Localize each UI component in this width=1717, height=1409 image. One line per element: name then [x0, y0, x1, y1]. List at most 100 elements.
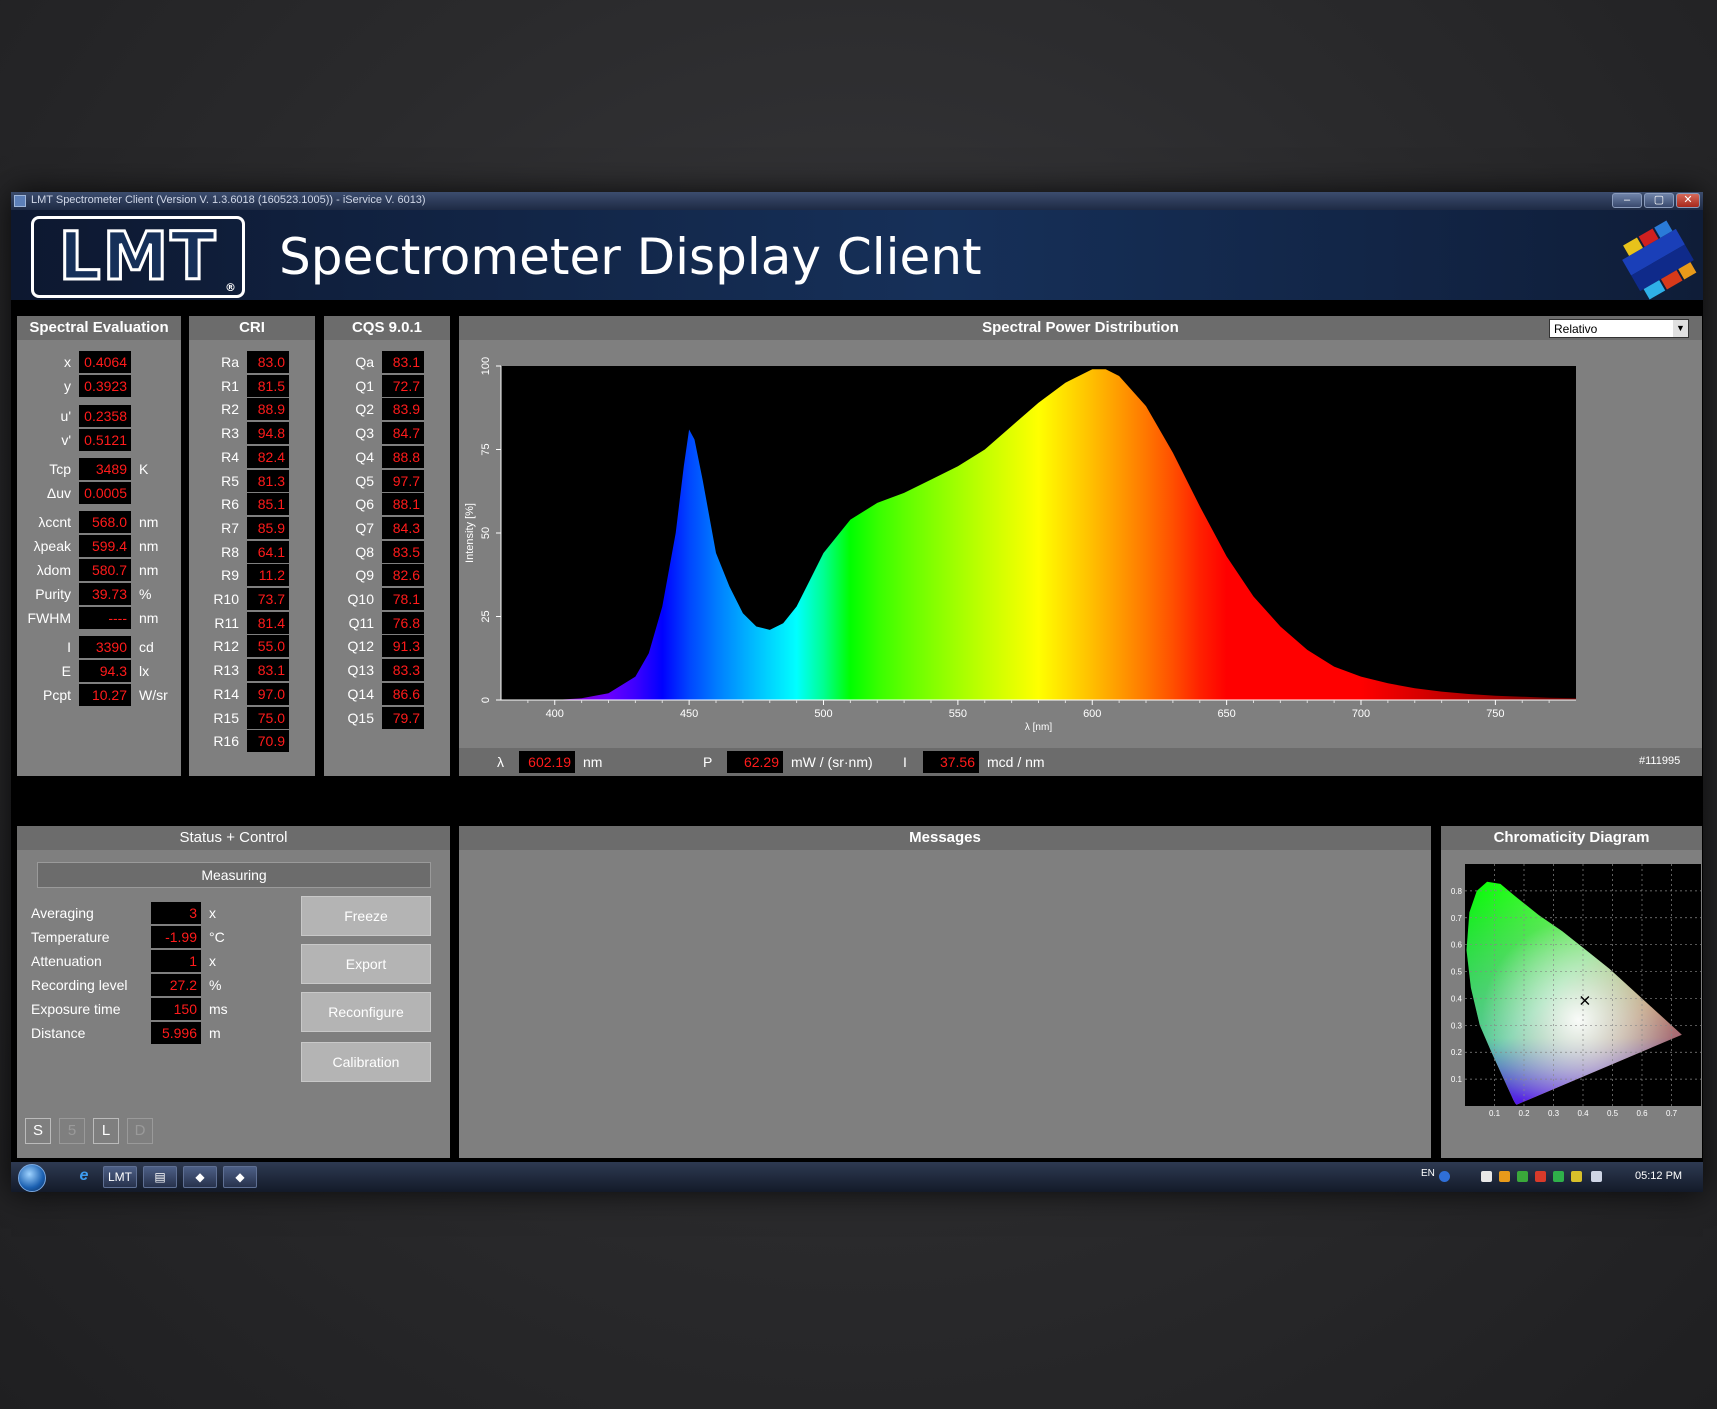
indicator-d: D: [127, 1118, 153, 1144]
taskbar-clock[interactable]: 05:12 PM: [1635, 1170, 1682, 1182]
cri-label: R14: [213, 685, 239, 702]
cri-label: R4: [221, 448, 239, 465]
se-value: 0.3923: [79, 375, 131, 397]
cqs-label: Q8: [355, 543, 374, 560]
se-label: Pcpt: [42, 687, 71, 703]
se-label: λdom: [36, 562, 71, 578]
se-label: λccnt: [38, 514, 71, 530]
network-tray-icon[interactable]: [1481, 1171, 1492, 1182]
cri-label: R7: [221, 519, 239, 536]
cube-logo-icon: [1622, 220, 1697, 300]
cri-label: R13: [213, 662, 239, 679]
status-label: Recording level: [31, 977, 128, 993]
tool-tray-icon[interactable]: [1499, 1171, 1510, 1182]
volume-tray-icon[interactable]: [1591, 1171, 1602, 1182]
spd-y-tick-label: 75: [480, 443, 492, 455]
spd-x-tick-label: 600: [1083, 708, 1101, 720]
status-control-title: Status + Control: [17, 826, 450, 850]
se-label: y: [64, 378, 71, 394]
calibration-button[interactable]: Calibration: [301, 1042, 431, 1082]
sync-tray-icon[interactable]: [1571, 1171, 1582, 1182]
spd-chart[interactable]: 400 450 500 550 600 650 700 750 0 25 50 75 100 λ [nm]…: [459, 340, 1702, 770]
start-button-icon[interactable]: [18, 1164, 46, 1192]
status-unit: °C: [209, 929, 225, 945]
logo-text: LMT: [57, 217, 218, 296]
p-unit: mW / (sr·nm): [791, 754, 873, 770]
reconfigure-button[interactable]: Reconfigure: [301, 992, 431, 1032]
cri-value: 82.4: [247, 445, 289, 468]
language-indicator[interactable]: EN: [1421, 1168, 1435, 1179]
cqs-label: Q3: [355, 425, 374, 442]
ie-icon[interactable]: e: [67, 1166, 101, 1188]
se-value: 580.7: [79, 559, 131, 581]
header-banner: LMT ® Spectrometer Display Client: [11, 210, 1703, 300]
cqs-label: Q12: [347, 638, 374, 655]
se-label: E: [61, 663, 71, 679]
chromaticity-chart[interactable]: 0.1 0.2 0.3 0.4 0.5 0.6 0.7 0.1 0.2 0.3 0.4 0.5 0.6 0…: [1441, 854, 1702, 1154]
status-value: -1.99: [151, 926, 201, 948]
se-unit: %: [139, 586, 152, 602]
export-button[interactable]: Export: [301, 944, 431, 984]
cqs-label: Q6: [355, 496, 374, 513]
cri-value: 81.3: [247, 469, 289, 492]
se-label: λpeak: [33, 538, 71, 554]
se-unit: nm: [139, 562, 159, 578]
chromaticity-title: Chromaticity Diagram: [1441, 826, 1702, 850]
se-value: ----: [79, 607, 131, 629]
maximize-button[interactable]: ▢: [1644, 193, 1674, 208]
se-value: 39.73: [79, 583, 131, 605]
status-value: 150: [151, 998, 201, 1020]
indicator-l: L: [93, 1118, 119, 1144]
spd-y-tick-label: 0: [480, 697, 492, 703]
status-label: Exposure time: [31, 1001, 121, 1017]
cri-value: 55.0: [247, 635, 289, 658]
se-label: u': [60, 408, 71, 424]
help-tray-icon[interactable]: [1439, 1171, 1450, 1182]
battery-tray-icon[interactable]: [1553, 1171, 1564, 1182]
i-label: I: [903, 754, 907, 770]
warning-tray-icon[interactable]: [1535, 1171, 1546, 1182]
spd-x-tick-label: 650: [1217, 708, 1235, 720]
cqs-value: 79.7: [382, 706, 424, 729]
cqs-label: Q7: [355, 519, 374, 536]
security-tray-icon[interactable]: [1517, 1171, 1528, 1182]
se-value: 568.0: [79, 511, 131, 533]
media-app-icon[interactable]: ◆: [183, 1166, 217, 1188]
status-value: 1: [151, 950, 201, 972]
cri-label: Ra: [221, 354, 239, 370]
cie-y-tick-label: 0.3: [1451, 1021, 1463, 1030]
lmt-app-icon[interactable]: LMT: [103, 1166, 137, 1188]
cri-value: 88.9: [247, 398, 289, 421]
cri-label: R6: [221, 496, 239, 513]
se-unit: nm: [139, 538, 159, 554]
p-value: 62.29: [727, 751, 783, 773]
media-app-icon-2[interactable]: ◆: [223, 1166, 257, 1188]
lambda-value: 602.19: [519, 751, 575, 773]
spectral-evaluation-panel: Spectral Evaluation x 0.4064 y 0.3923 u' 0.23…: [17, 316, 181, 776]
i-value: 37.56: [923, 751, 979, 773]
window-title: LMT Spectrometer Client (Version V. 1.3.…: [31, 194, 426, 206]
se-value: 0.4064: [79, 351, 131, 373]
se-label: Tcp: [49, 461, 71, 477]
se-value: 0.2358: [79, 405, 131, 427]
status-value: 5.996: [151, 1022, 201, 1044]
explorer-icon[interactable]: ▤: [143, 1166, 177, 1188]
cqs-label: Q10: [347, 591, 374, 607]
close-button[interactable]: ✕: [1676, 193, 1700, 208]
cqs-value: 88.8: [382, 445, 424, 468]
chevron-down-icon[interactable]: ▼: [1673, 320, 1688, 337]
minimize-button[interactable]: –: [1612, 193, 1642, 208]
spd-x-tick-label: 500: [814, 708, 832, 720]
spd-mode-select[interactable]: Relativo ▼: [1549, 319, 1689, 338]
se-value: 10.27: [79, 684, 131, 706]
status-unit: %: [209, 977, 222, 993]
cri-label: R1: [221, 377, 239, 394]
cri-panel: CRI Ra 83.0 R1 81.5 R2 88.9 R3 94.8 R4 82.4 R5 81.3…: [189, 316, 315, 776]
cie-y-tick-label: 0.1: [1451, 1075, 1463, 1084]
se-value: 0.0005: [79, 482, 131, 504]
freeze-button[interactable]: Freeze: [301, 896, 431, 936]
cri-value: 81.5: [247, 374, 289, 397]
spd-x-tick-label: 400: [546, 708, 564, 720]
cqs-value: 84.7: [382, 422, 424, 445]
status-unit: ms: [209, 1001, 228, 1017]
